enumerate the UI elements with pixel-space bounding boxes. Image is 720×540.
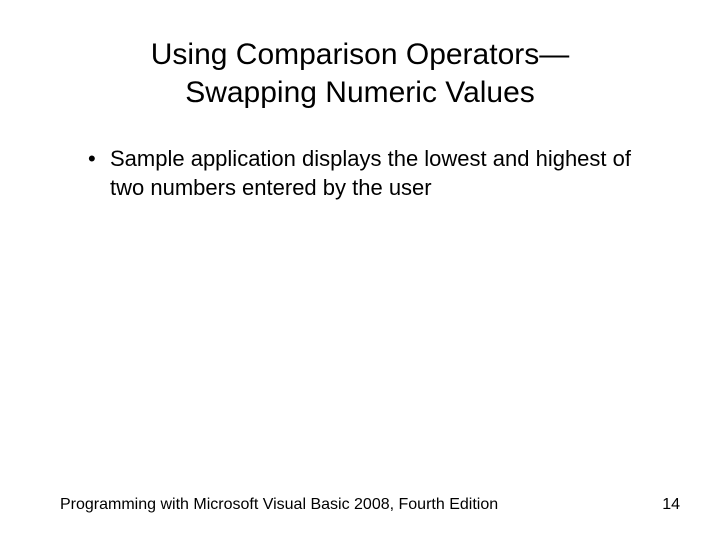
page-number: 14 <box>662 496 680 514</box>
title-line-1: Using Comparison Operators— <box>151 38 570 71</box>
slide: Using Comparison Operators— Swapping Num… <box>0 0 720 540</box>
slide-title: Using Comparison Operators— Swapping Num… <box>60 36 660 111</box>
bullet-text: Sample application displays the lowest a… <box>110 146 631 200</box>
list-item: Sample application displays the lowest a… <box>88 145 660 202</box>
footer: Programming with Microsoft Visual Basic … <box>60 496 680 514</box>
footer-text: Programming with Microsoft Visual Basic … <box>60 496 498 514</box>
title-line-2: Swapping Numeric Values <box>185 76 535 109</box>
bullet-list: Sample application displays the lowest a… <box>60 145 660 202</box>
